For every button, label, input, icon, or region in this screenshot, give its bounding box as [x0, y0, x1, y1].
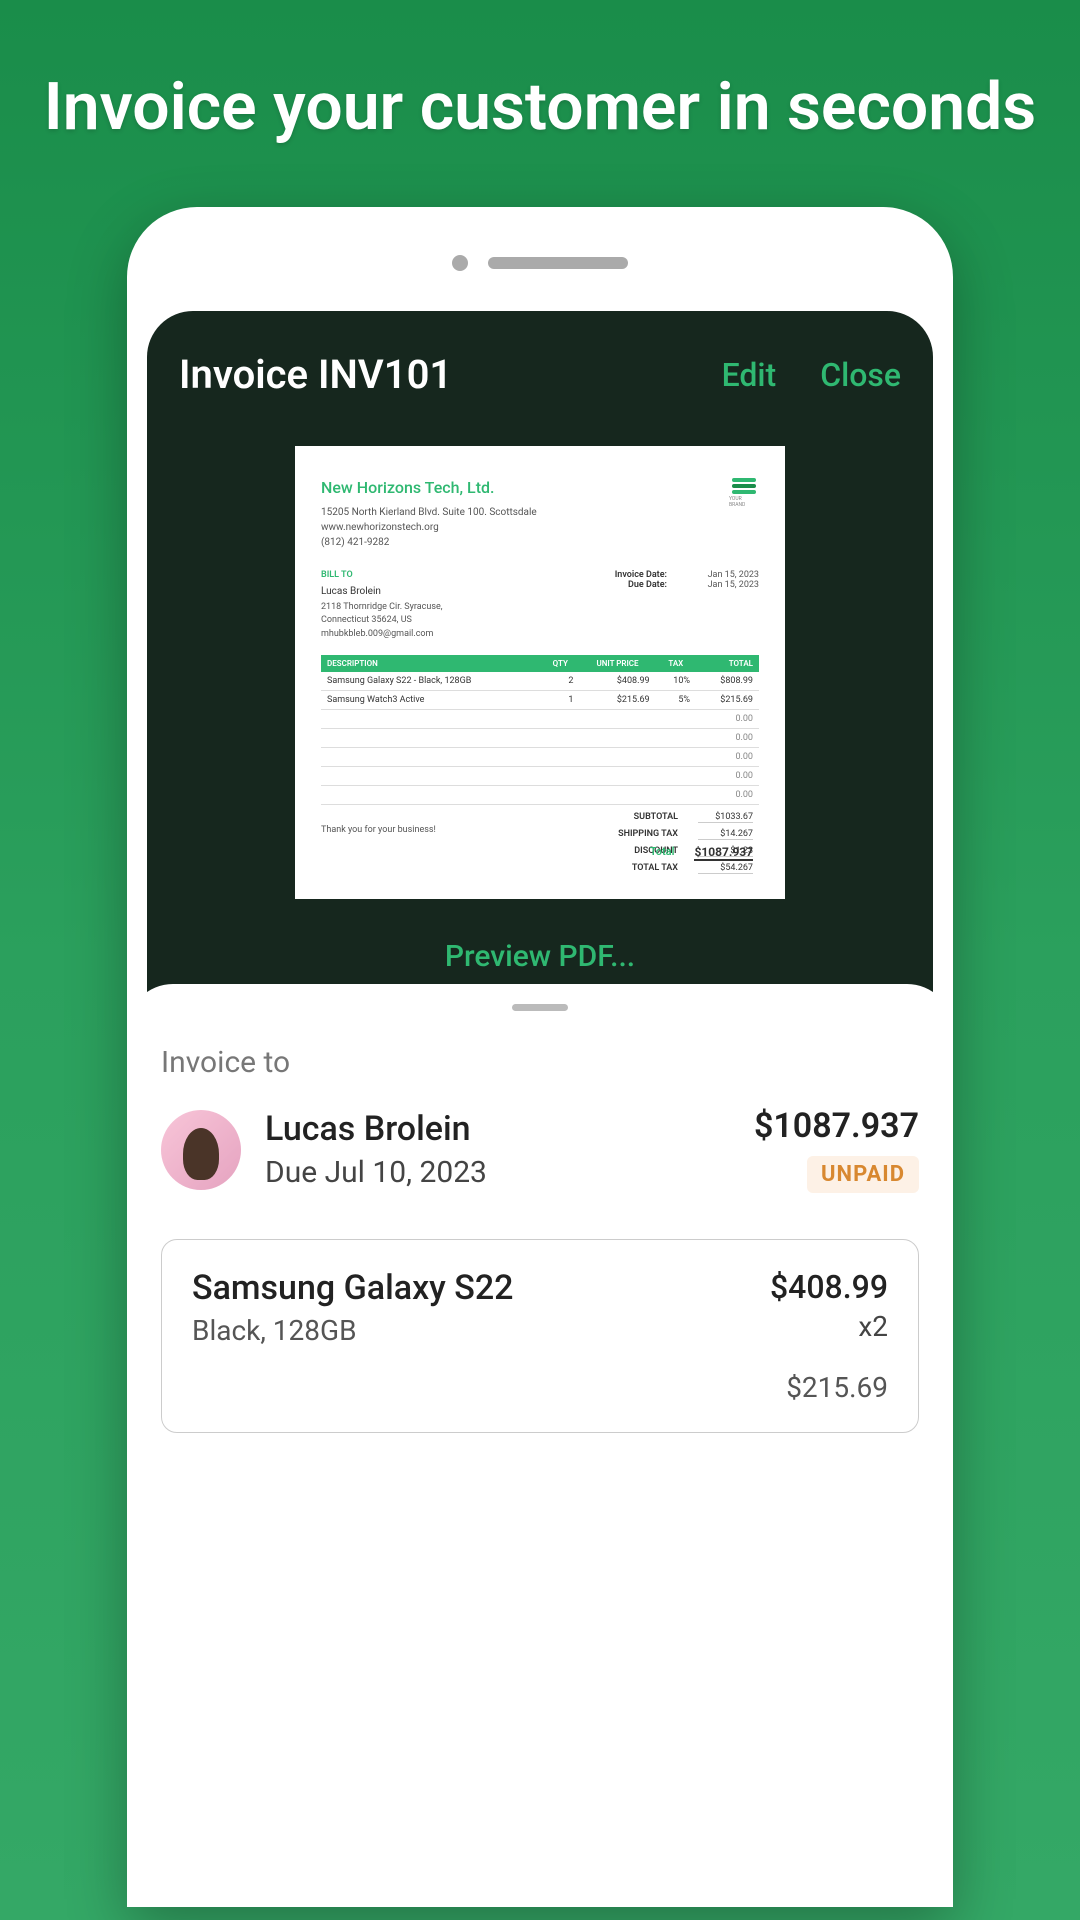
line-item-card[interactable]: Samsung Galaxy S22 Black, 128GB $408.99 …	[161, 1239, 919, 1433]
app-panel: Invoice INV101 Edit Close New Horizons T…	[147, 311, 933, 1024]
table-row: 0.00	[321, 710, 759, 729]
company-name: New Horizons Tech, Ltd.	[321, 478, 521, 499]
customer-amount: $1087.937	[754, 1106, 919, 1146]
company-address: 15205 North Kierland Blvd. Suite 100. Sc…	[321, 505, 537, 550]
table-row: 0.00	[321, 748, 759, 767]
bottom-sheet: Invoice to Lucas Brolein Due Jul 10, 202…	[127, 984, 953, 1453]
item-price: $408.99	[770, 1268, 888, 1306]
preview-pdf-button[interactable]: Preview PDF...	[179, 939, 901, 974]
page-title: Invoice INV101	[179, 351, 452, 398]
grand-total-value: $1087.937	[694, 845, 753, 861]
phone-frame: Invoice INV101 Edit Close New Horizons T…	[127, 207, 953, 1907]
invoice-preview[interactable]: New Horizons Tech, Ltd. 15205 North Kier…	[295, 446, 785, 899]
table-row: 0.00	[321, 729, 759, 748]
app-header: Invoice INV101 Edit Close	[179, 351, 901, 398]
invoice-to-label: Invoice to	[161, 1045, 919, 1080]
billto-label: BILL TO	[321, 570, 443, 580]
phone-notch	[127, 255, 953, 271]
thank-you-text: Thank you for your business!	[321, 825, 759, 835]
invoice-table: DESCRIPTION QTY UNIT PRICE TAX TOTAL Sam…	[321, 655, 759, 805]
billto-address: 2118 Thornridge Cir. Syracuse, Connectic…	[321, 601, 443, 642]
item-variant: Black, 128GB	[192, 1314, 514, 1347]
customer-name: Lucas Brolein	[265, 1109, 730, 1149]
table-row: 0.00	[321, 767, 759, 786]
hero-title: Invoice your customer in seconds	[0, 0, 1080, 207]
item-qty: x2	[770, 1310, 888, 1343]
camera-dot-icon	[452, 255, 468, 271]
edit-button[interactable]: Edit	[722, 356, 777, 394]
speaker-icon	[488, 257, 628, 269]
item-subtotal: $215.69	[192, 1371, 888, 1404]
grand-total-label: Total	[614, 845, 674, 861]
status-badge: UNPAID	[807, 1156, 919, 1193]
drag-handle-icon[interactable]	[512, 1004, 568, 1011]
invoice-dates: Invoice Date: Jan 15, 2023 Due Date: Jan…	[615, 570, 759, 642]
table-row: Samsung Galaxy S22 - Black, 128GB 2 $408…	[321, 672, 759, 691]
close-button[interactable]: Close	[820, 356, 901, 394]
customer-row[interactable]: Lucas Brolein Due Jul 10, 2023 $1087.937…	[161, 1106, 919, 1193]
table-row: Samsung Watch3 Active 1 $215.69 5% $215.…	[321, 691, 759, 710]
billto-name: Lucas Brolein	[321, 586, 443, 597]
table-row: 0.00	[321, 786, 759, 805]
brand-logo-icon: YOUR BRAND	[729, 478, 759, 508]
avatar	[161, 1110, 241, 1190]
item-name: Samsung Galaxy S22	[192, 1268, 514, 1308]
customer-due: Due Jul 10, 2023	[265, 1155, 730, 1190]
